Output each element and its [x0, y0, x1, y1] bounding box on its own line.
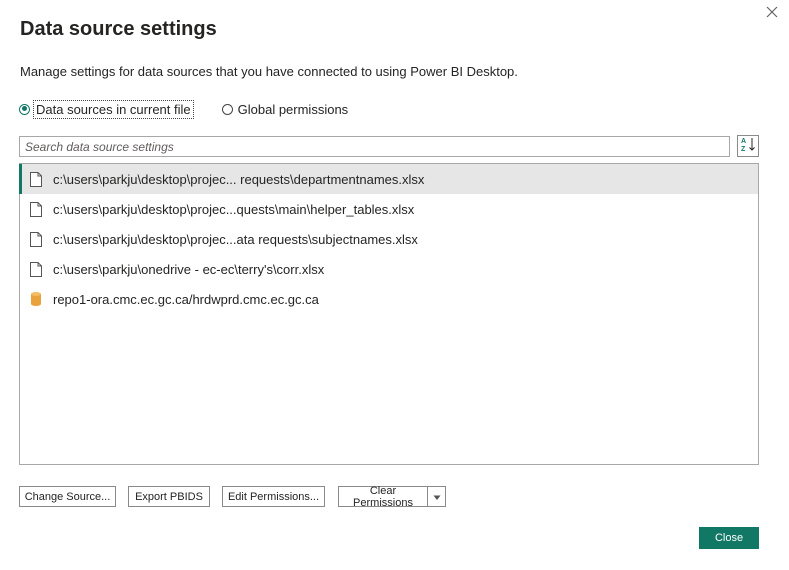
file-icon [29, 171, 43, 187]
file-icon [29, 201, 43, 217]
radio-global-permissions-indicator[interactable] [221, 103, 233, 115]
sort-az-icon: A Z [740, 136, 756, 157]
export-pbids-button[interactable]: Export PBIDS [128, 486, 210, 507]
radio-current-file[interactable]: Data sources in current file [19, 99, 194, 119]
radio-global-permissions-label[interactable]: Global permissions [238, 102, 349, 117]
file-icon [29, 261, 43, 277]
list-item-label: c:\users\parkju\desktop\projec...quests\… [53, 201, 415, 217]
list-item-label: c:\users\parkju\desktop\projec... reques… [53, 171, 425, 187]
radio-current-file-label[interactable]: Data sources in current file [33, 99, 194, 119]
list-item[interactable]: repo1-ora.cmc.ec.gc.ca/hrdwprd.cmc.ec.gc… [20, 284, 758, 314]
data-source-list[interactable]: c:\users\parkju\desktop\projec... reques… [19, 163, 759, 465]
change-source-button[interactable]: Change Source... [19, 486, 116, 507]
list-item-label: repo1-ora.cmc.ec.gc.ca/hrdwprd.cmc.ec.gc… [53, 291, 319, 307]
scope-radio-group: Data sources in current file Global perm… [19, 99, 348, 119]
database-icon [29, 291, 43, 307]
radio-global-permissions[interactable]: Global permissions [221, 102, 349, 117]
dialog-subtitle: Manage settings for data sources that yo… [20, 64, 518, 79]
sort-button[interactable]: A Z [737, 135, 759, 157]
search-input[interactable] [19, 136, 730, 157]
radio-current-file-indicator[interactable] [19, 103, 30, 115]
list-item[interactable]: c:\users\parkju\desktop\projec...quests\… [20, 194, 758, 224]
clear-permissions-button[interactable]: Clear Permissions [338, 485, 428, 509]
list-item[interactable]: c:\users\parkju\onedrive - ec-ec\terry's… [20, 254, 758, 284]
close-button[interactable]: Close [699, 527, 759, 549]
list-item[interactable]: c:\users\parkju\desktop\projec...ata req… [20, 224, 758, 254]
edit-permissions-button[interactable]: Edit Permissions... [222, 486, 325, 507]
clear-permissions-dropdown[interactable] [428, 486, 446, 507]
list-item[interactable]: c:\users\parkju\desktop\projec... reques… [19, 164, 758, 194]
list-item-label: c:\users\parkju\onedrive - ec-ec\terry's… [53, 261, 325, 277]
svg-text:Z: Z [741, 146, 746, 152]
chevron-down-icon [433, 488, 441, 506]
svg-text:A: A [741, 138, 746, 145]
list-item-label: c:\users\parkju\desktop\projec...ata req… [53, 231, 418, 247]
clear-permissions-split-button: Clear Permissions [338, 485, 446, 509]
close-icon[interactable] [762, 2, 782, 22]
file-icon [29, 231, 43, 247]
dialog-title: Data source settings [20, 18, 217, 40]
